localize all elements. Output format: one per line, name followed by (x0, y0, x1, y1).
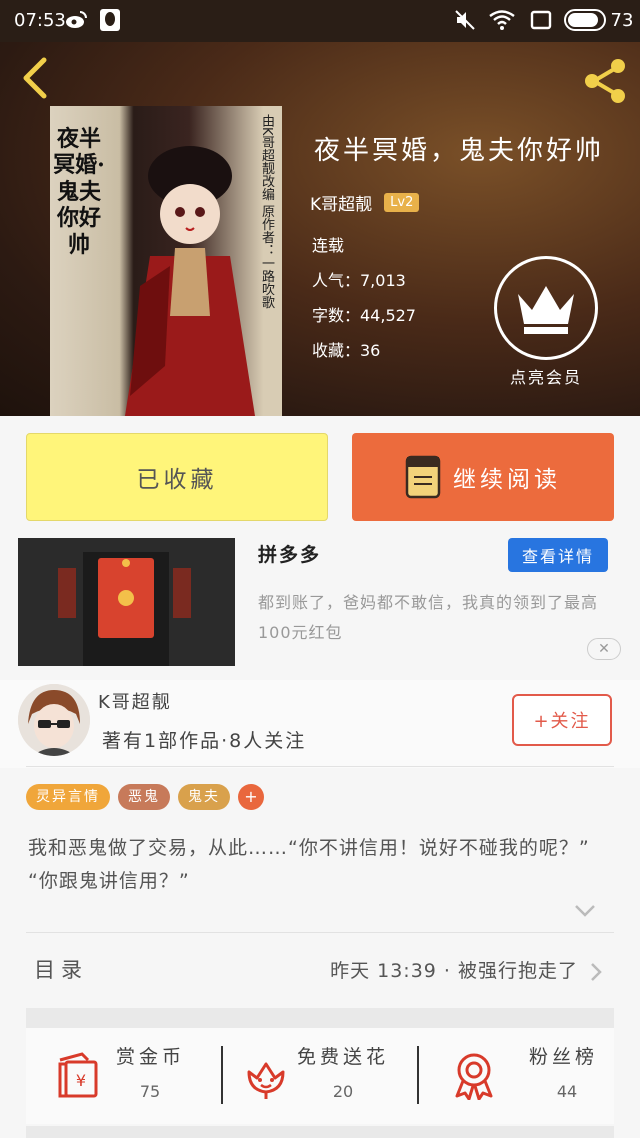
fan-ranking-label: 粉丝榜 (529, 1046, 599, 1068)
favorited-button[interactable]: 已收藏 (26, 433, 328, 521)
continue-reading-button[interactable]: 继续阅读 (352, 433, 614, 521)
chevron-down-icon[interactable] (574, 904, 596, 918)
qq-icon (98, 9, 122, 31)
book-title: 夜半冥婚，鬼夫你好帅 (314, 136, 605, 166)
weibo-icon (64, 9, 88, 31)
book-cover[interactable]: 夜半冥婚·鬼夫你好帅 由K哥超靓改编 原作者：一路吹歌 (50, 106, 282, 416)
award-ribbon-icon (455, 1053, 493, 1100)
square-icon (528, 9, 554, 31)
level-badge: Lv2 (384, 193, 420, 212)
cover-title-text: 夜半冥婚·鬼夫你好帅 (53, 126, 105, 258)
reward-coins-value: 75 (139, 1082, 161, 1101)
chevron-right-icon (591, 963, 602, 981)
back-arrow-icon (23, 57, 47, 99)
divider (26, 766, 614, 767)
vip-label: 点亮会员 (509, 368, 582, 387)
free-flower-button[interactable]: 免费送花 20 (223, 1028, 417, 1124)
back-button[interactable] (18, 56, 52, 100)
serial-status: 连载 (312, 236, 345, 255)
ad-detail-button[interactable]: 查看详情 (508, 538, 608, 572)
avatar-illustration (18, 684, 90, 756)
popularity-count: 人气：7,013 (312, 271, 406, 290)
battery-level: 73 (610, 9, 634, 31)
favorite-count: 收藏：36 (312, 341, 381, 360)
book-synopsis: 我和恶鬼做了交易，从此……“你不讲信用！说好不碰我的呢？” “你跟鬼讲信用？” (28, 837, 590, 892)
book-icon (405, 455, 441, 499)
author-card[interactable]: K哥超靓 著有1部作品·8人关注 +关注 (0, 680, 640, 768)
red-envelope-icon: ¥ (58, 1052, 98, 1098)
author-line: K哥超靓 Lv2 (310, 190, 420, 215)
free-flower-label: 免费送花 (297, 1046, 390, 1068)
reward-coins-label: 赏金币 (116, 1046, 186, 1068)
tag-genre[interactable]: 灵异言情 (26, 784, 110, 810)
table-of-contents-row[interactable]: 目录 昨天 13:39 · 被强行抱走了 (26, 936, 614, 1006)
share-button[interactable] (580, 56, 630, 106)
support-bar: ¥ 赏金币 75 免费送花 20 粉丝榜 44 (26, 1028, 614, 1124)
free-flower-value: 20 (332, 1082, 354, 1101)
status-bar: 07:53 73 (0, 0, 640, 42)
vip-button[interactable] (494, 256, 598, 360)
toc-label: 目录 (34, 958, 88, 982)
tag-ghost-husband[interactable]: 鬼夫 (178, 784, 230, 810)
section-separator (26, 1126, 614, 1138)
word-count: 字数：44,527 (312, 306, 416, 325)
share-icon (585, 59, 625, 103)
add-tag-button[interactable]: + (238, 784, 264, 810)
section-separator (26, 1008, 614, 1028)
cover-side-text: 由K哥超靓改编 原作者：一路吹歌 (259, 114, 274, 309)
divider (26, 932, 614, 933)
fan-ranking-button[interactable]: 粉丝榜 44 (419, 1028, 614, 1124)
book-header: 夜半冥婚·鬼夫你好帅 由K哥超靓改编 原作者：一路吹歌 夜半冥婚，鬼夫你好帅 K… (0, 42, 640, 416)
follow-button[interactable]: +关注 (512, 694, 612, 746)
ad-banner[interactable]: 拼多多 查看详情 都到账了，爸妈都不敢信，我真的领到了最高100元红包 ✕ (0, 526, 640, 678)
close-icon: ✕ (598, 641, 610, 657)
tag-evil-ghost[interactable]: 恶鬼 (118, 784, 170, 810)
continue-reading-label: 继续阅读 (453, 467, 561, 493)
author-name[interactable]: K哥超靓 (310, 190, 372, 215)
ad-close-button[interactable]: ✕ (587, 638, 621, 660)
wifi-icon (488, 9, 516, 31)
ad-description: 都到账了，爸妈都不敢信，我真的领到了最高100元红包 (258, 593, 599, 642)
crown-icon (518, 286, 574, 334)
fan-ranking-value: 44 (556, 1082, 578, 1101)
avatar[interactable] (18, 684, 90, 756)
battery-icon (562, 9, 608, 31)
tag-list: 灵异言情 恶鬼 鬼夫 + (26, 784, 264, 810)
latest-chapter[interactable]: 昨天 13:39 · 被强行抱走了 (330, 956, 578, 983)
ad-image[interactable] (18, 538, 235, 666)
ad-image-art (18, 538, 235, 666)
author-card-name[interactable]: K哥超靓 (98, 688, 172, 714)
author-card-stats: 著有1部作品·8人关注 (102, 730, 307, 752)
reward-coins-button[interactable]: ¥ 赏金币 75 (26, 1028, 222, 1124)
mute-icon (452, 9, 478, 31)
flower-icon (247, 1062, 285, 1099)
ad-title: 拼多多 (258, 544, 322, 566)
svg-text:¥: ¥ (76, 1071, 86, 1090)
favorited-label: 已收藏 (136, 467, 218, 493)
status-time: 07:53 (14, 10, 66, 31)
